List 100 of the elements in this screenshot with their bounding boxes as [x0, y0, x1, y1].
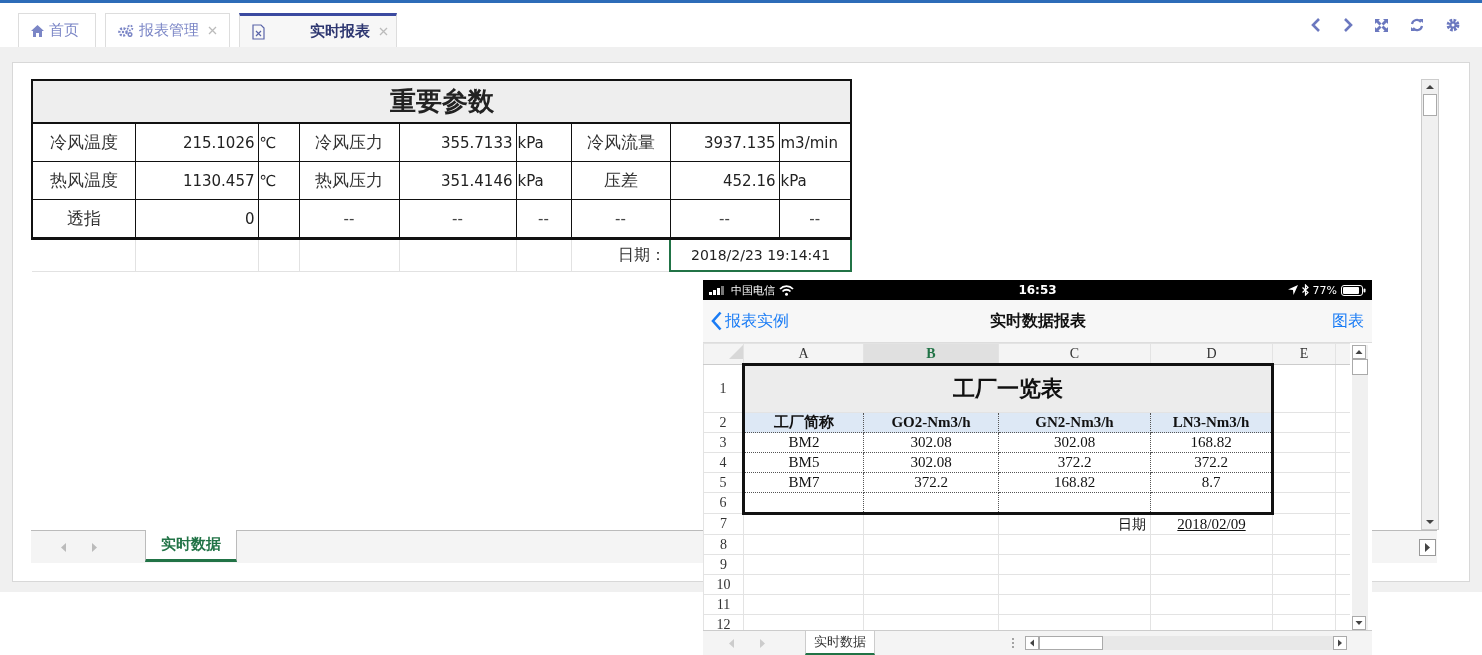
gears-icon	[118, 24, 134, 37]
report-title: 重要参数	[32, 80, 852, 123]
table-cell: 3937.135	[670, 123, 779, 162]
date-value: 2018/02/09	[1177, 516, 1246, 532]
back-button[interactable]: 报表实例	[711, 310, 789, 332]
table-cell: --	[399, 199, 516, 239]
table-cell: 355.7133	[399, 123, 516, 162]
row-number: 2	[703, 412, 744, 433]
table-cell: kPa	[779, 161, 852, 200]
table-cell: 压差	[571, 161, 670, 200]
tab[interactable]: 报表管理	[105, 13, 230, 47]
chart-link[interactable]: 图表	[1332, 310, 1364, 332]
bluetooth-icon	[1301, 284, 1309, 296]
tab[interactable]: 实时报表	[239, 13, 397, 47]
scroll-right-icon[interactable]	[1333, 636, 1347, 650]
more-icon[interactable]	[1011, 637, 1015, 649]
next-icon[interactable]	[1343, 18, 1353, 32]
select-all-icon[interactable]	[729, 345, 743, 359]
sheet-nav-right-icon[interactable]	[759, 638, 765, 648]
table-cell: --	[299, 199, 399, 239]
settings-icon[interactable]	[1446, 18, 1460, 32]
wifi-icon	[779, 284, 794, 296]
horizontal-scrollbar[interactable]	[1025, 636, 1347, 650]
table-cell: --	[670, 199, 779, 239]
scroll-right-icon[interactable]	[1419, 538, 1436, 556]
spreadsheet-file-icon	[252, 23, 265, 40]
table-cell: 351.4146	[399, 161, 516, 200]
table-cell: 1130.457	[135, 161, 258, 200]
table-cell: 透指	[32, 199, 135, 239]
table-cell: 372.2	[998, 452, 1151, 473]
sheet-nav-left-icon[interactable]	[729, 638, 735, 648]
row-number: 11	[703, 594, 744, 615]
scroll-thumb[interactable]	[1039, 636, 1103, 650]
table-cell: 168.82	[1150, 432, 1273, 453]
row-number: 9	[703, 554, 744, 575]
table-cell: 452.16	[670, 161, 779, 200]
date-label: 日期	[998, 513, 1151, 535]
table-cell: ℃	[258, 161, 299, 200]
scroll-thumb[interactable]	[1423, 94, 1437, 116]
table-cell: 冷风流量	[571, 123, 670, 162]
previous-icon[interactable]	[1311, 18, 1321, 32]
fullscreen-icon[interactable]	[1375, 18, 1388, 32]
table-cell: BM7	[743, 472, 864, 493]
table-cell: --	[571, 199, 670, 239]
vertical-scrollbar[interactable]	[1352, 345, 1368, 630]
vertical-scrollbar[interactable]	[1421, 79, 1439, 530]
table-cell: --	[516, 199, 571, 239]
table-cell: 8.7	[1150, 472, 1273, 493]
row-number: 7	[703, 513, 744, 535]
column-header[interactable]: E	[1272, 343, 1336, 365]
table-cell: 302.08	[863, 452, 999, 473]
table-cell: 372.2	[863, 472, 999, 493]
row-number: 8	[703, 534, 744, 555]
status-time: 16:53	[1018, 283, 1057, 297]
table-cell: 冷风压力	[299, 123, 399, 162]
row-number: 4	[703, 452, 744, 473]
row-number: 10	[703, 574, 744, 595]
close-icon[interactable]	[208, 26, 217, 35]
table-cell: 热风温度	[32, 161, 135, 200]
back-icon	[711, 311, 722, 331]
sheet-tab[interactable]: 实时数据	[145, 530, 237, 562]
table-cell: kPa	[516, 123, 571, 162]
close-icon[interactable]	[379, 27, 388, 36]
sheet-title: 工厂一览表	[743, 364, 1273, 413]
battery-percent: 77%	[1312, 283, 1337, 297]
battery-icon	[1341, 284, 1366, 296]
column-heading: 工厂简称	[743, 412, 864, 433]
scroll-up-icon[interactable]	[1352, 345, 1366, 359]
row-number: 5	[703, 472, 744, 493]
table-cell: 0	[135, 199, 258, 239]
table-cell: ℃	[258, 123, 299, 162]
sheet-tab[interactable]: 实时数据	[805, 631, 875, 655]
sheet-nav-right-icon[interactable]	[91, 542, 97, 552]
home-icon	[31, 24, 44, 37]
tab[interactable]: 首页	[18, 13, 96, 47]
table-cell: --	[779, 199, 852, 239]
scroll-thumb[interactable]	[1352, 359, 1368, 375]
scroll-left-icon[interactable]	[1025, 636, 1039, 650]
location-icon	[1287, 285, 1298, 295]
date-cell: 2018/2/23 19:14:41	[670, 238, 852, 271]
table-cell: BM2	[743, 432, 864, 453]
signal-icon	[709, 285, 727, 295]
table-cell: 215.1026	[135, 123, 258, 162]
screen-title: 实时数据报表	[989, 310, 1086, 332]
sheet-nav-left-icon[interactable]	[61, 542, 67, 552]
row-number: 6	[703, 492, 744, 514]
row-number: 1	[703, 364, 744, 413]
scroll-down-icon[interactable]	[1352, 616, 1366, 630]
table-cell: 302.08	[998, 432, 1151, 453]
table-cell: m3/min	[779, 123, 852, 162]
table-cell: BM5	[743, 452, 864, 473]
table-cell: 168.82	[998, 472, 1151, 493]
table-cell: 372.2	[1150, 452, 1273, 473]
table-cell: kPa	[516, 161, 571, 200]
table-cell: 热风压力	[299, 161, 399, 200]
refresh-icon[interactable]	[1410, 18, 1424, 32]
table-cell: 冷风温度	[32, 123, 135, 162]
row-number: 3	[703, 432, 744, 453]
table-cell: 302.08	[863, 432, 999, 453]
carrier-name: 中国电信	[731, 282, 775, 298]
